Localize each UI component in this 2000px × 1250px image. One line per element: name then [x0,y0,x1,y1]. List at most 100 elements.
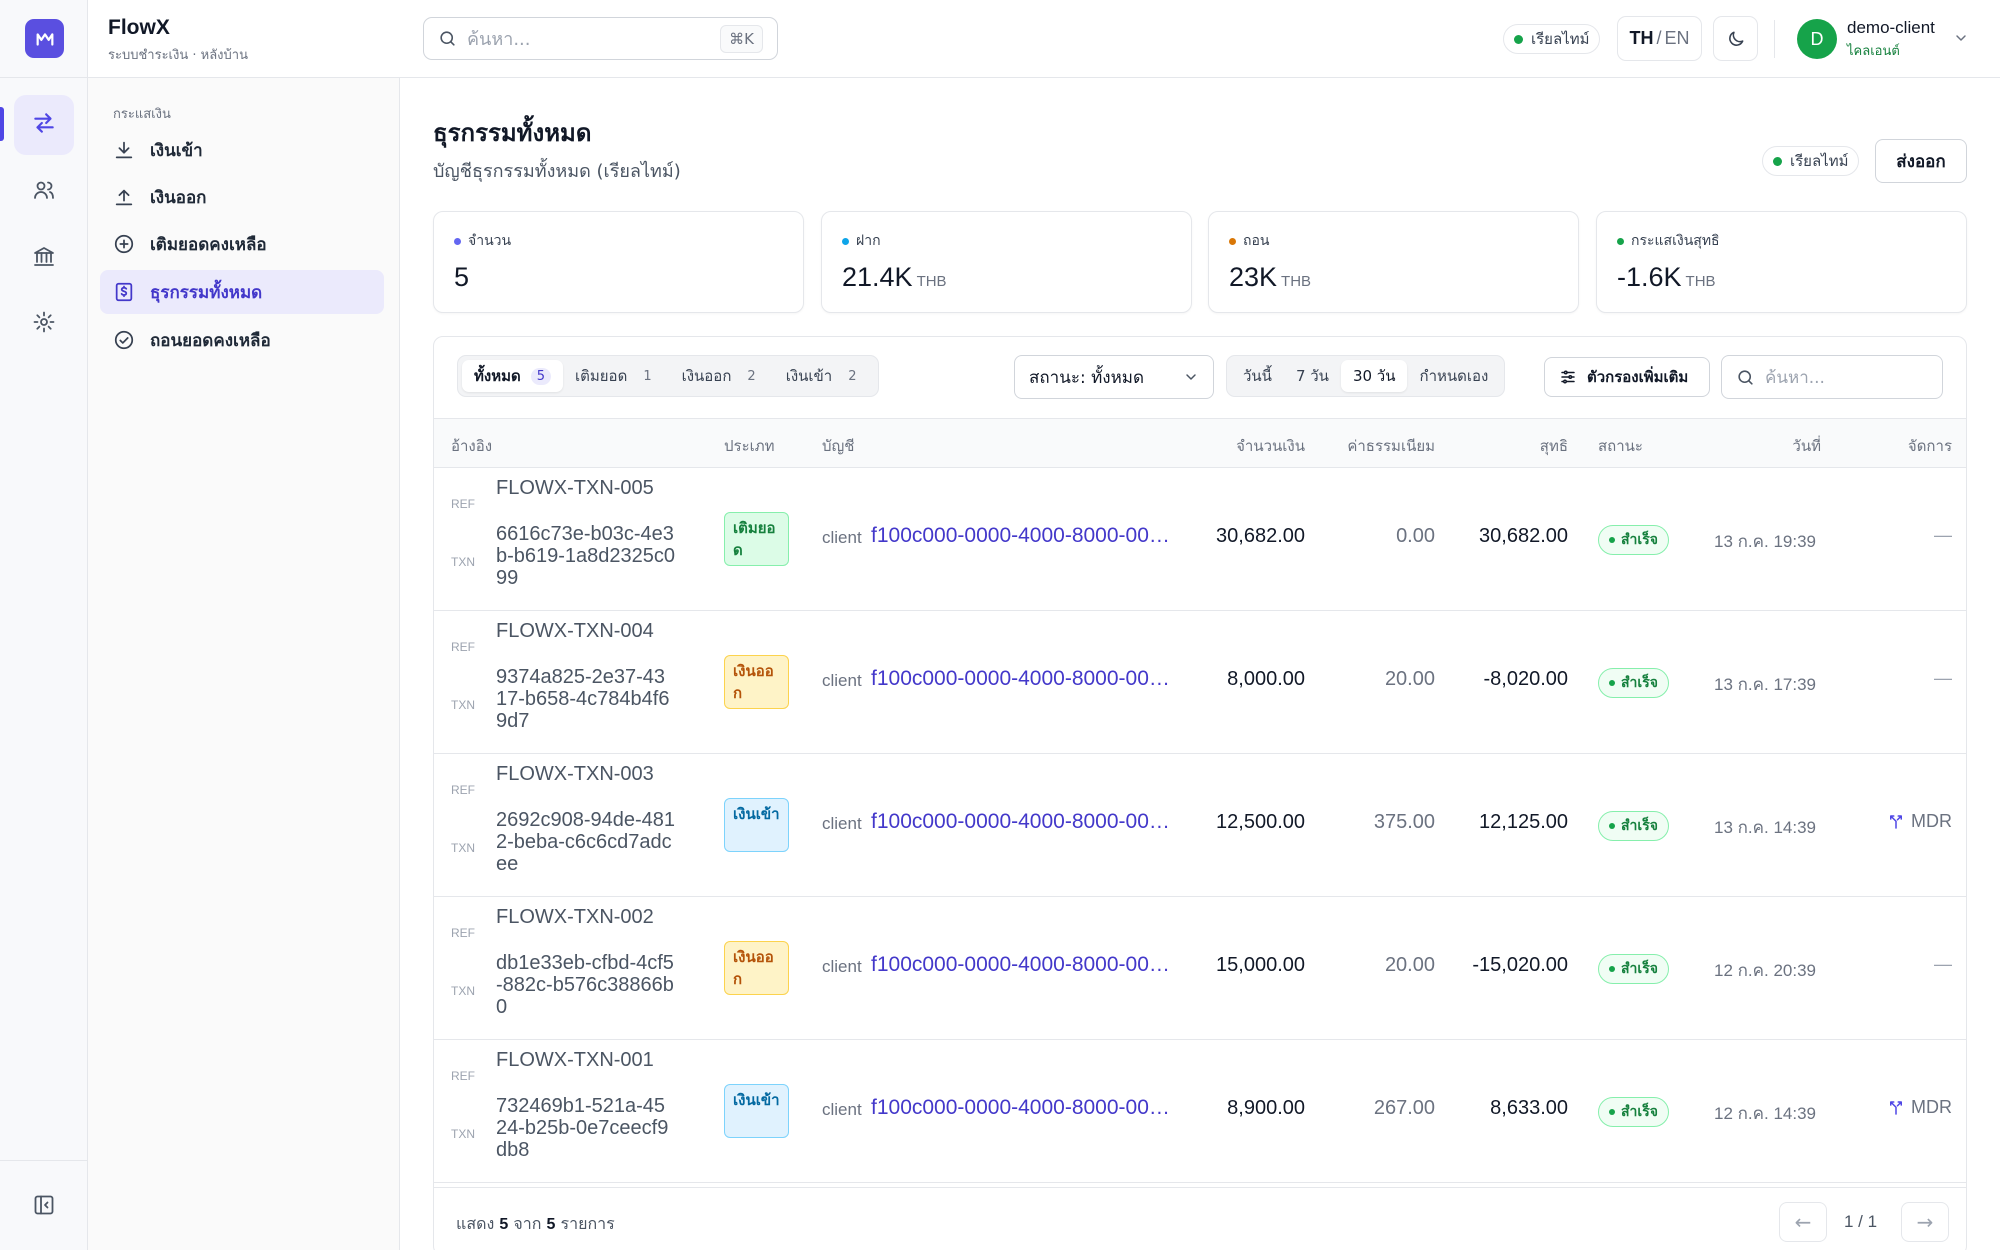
tab-label: ทั้งหมด [474,367,521,385]
tab-label: เติมยอด [575,367,628,385]
col-account[interactable]: บัญชี [822,434,854,458]
app-name: FlowX [108,16,170,39]
tab-count: 2 [848,368,857,384]
rail-transfers-button[interactable] [14,95,74,155]
avatar[interactable]: D [1797,19,1837,59]
sidebar-item-label: เงินออก [150,187,207,208]
transactions-card: ทั้งหมด 5 เติมยอด 1 เงินออก 2 เงินเข้า 2 สถา… [433,336,1967,1250]
stat-dot-icon [454,237,461,245]
search-placeholder: ค้นหา... [467,29,531,50]
prev-page-button[interactable]: ← [1779,1202,1827,1242]
tab-topup[interactable]: เติมยอด 1 [563,360,670,392]
table-row[interactable]: REF FLOWX-TXN-004 TXN 9374a825-2e37-4317-b6… [434,611,1966,754]
more-filters-button[interactable]: ตัวกรองเพิ่มเติม [1544,357,1710,397]
mdr-action-link[interactable]: MDR [1887,811,1952,832]
sidebar-item-withdrawals[interactable]: เงินออก [100,175,384,219]
reference-id: FLOWX-TXN-002 [496,906,654,928]
amount-cell: 8,900.00 [1227,1097,1305,1119]
stat-label: กระแสเงินสุทธิ [1631,233,1720,249]
stat-dot-icon [842,237,849,245]
page-subtitle: บัญชีธุรกรรมทั้งหมด (เรียลไทม์) [433,161,681,182]
chevron-down-icon[interactable] [1953,30,1969,50]
status-label: สำเร็จ [1621,818,1658,834]
date-cell: 12 ก.ค. 14:39 [1714,1104,1817,1123]
reference-id: FLOWX-TXN-004 [496,620,654,642]
col-ref[interactable]: อ้างอิง [451,434,492,458]
page-title: ธุรกรรมทั้งหมด [433,119,592,147]
table-footer: แสดง 5 จาก 5 รายการ ← 1 / 1 → [434,1187,1966,1250]
live-status-badge: เรียลไทม์ [1503,24,1601,54]
stat-unit: THB [1685,273,1716,290]
transaction-id: 9374a825-2e37-4317-b658-4c784b4f69d7 [496,666,670,732]
account-link[interactable]: f100c000-0000-4000-8000-000000000001 [871,810,1171,834]
ref-tag: REF [451,640,475,654]
sidebar-item-topup[interactable]: เติมยอดคงเหลือ [100,222,384,266]
col-fee[interactable]: ค่าธรรมเนียม [1347,434,1435,458]
language-toggle[interactable]: TH / EN [1617,16,1702,61]
txn-tag: TXN [451,698,475,712]
col-status[interactable]: สถานะ [1598,434,1643,458]
rail-users-button[interactable] [14,162,74,222]
col-type[interactable]: ประเภท [724,434,775,458]
next-page-button[interactable]: → [1901,1202,1949,1242]
table-row[interactable]: REF FLOWX-TXN-001 TXN 732469b1-521a-4524-b2… [434,1040,1966,1183]
chevron-down-icon [1183,369,1199,390]
reference-id: FLOWX-TXN-003 [496,763,654,785]
bank-icon [32,244,56,272]
range-custom[interactable]: กำหนดเอง [1407,360,1500,392]
date-cell: 13 ก.ค. 14:39 [1714,818,1817,837]
collapse-sidebar-button[interactable] [28,1191,60,1223]
user-name[interactable]: demo-client [1847,18,1935,38]
tab-deposit[interactable]: เงินเข้า 2 [774,360,875,392]
rail-bank-button[interactable] [14,228,74,288]
status-label: สำเร็จ [1621,532,1658,548]
date-cell: 12 ก.ค. 20:39 [1714,961,1817,980]
account-link[interactable]: f100c000-0000-4000-8000-000000000001 [871,524,1171,548]
col-amount[interactable]: จำนวนเงิน [1236,434,1305,458]
tab-all[interactable]: ทั้งหมด 5 [462,360,564,392]
type-badge: เงินออก [724,941,789,995]
account-link[interactable]: f100c000-0000-4000-8000-000000000001 [871,953,1171,977]
table-search-input[interactable]: ค้นหา... [1721,355,1943,399]
range-30-days[interactable]: 30 วัน [1340,360,1408,392]
tab-count: 1 [643,368,652,384]
split-icon [1887,1099,1905,1117]
ref-tag: REF [451,1069,475,1083]
sidebar-item-label: เติมยอดคงเหลือ [150,234,267,255]
col-date[interactable]: วันที่ [1792,434,1821,458]
account-prefix: client [822,1100,862,1119]
global-search-input[interactable]: ค้นหา... ⌘K [423,17,778,60]
account-link[interactable]: f100c000-0000-4000-8000-000000000001 [871,1096,1171,1120]
app-logo[interactable] [25,19,64,58]
sidebar-item-all-transactions[interactable]: ธุรกรรมทั้งหมด [100,270,384,314]
account-link[interactable]: f100c000-0000-4000-8000-000000000001 [871,667,1171,691]
status-filter-select[interactable]: สถานะ: ทั้งหมด [1014,355,1214,399]
type-badge: เงินออก [724,655,789,709]
lang-separator: / [1656,28,1662,48]
table-row[interactable]: REF FLOWX-TXN-005 TXN 6616c73e-b03c-4e3b-b6… [434,468,1966,611]
sidebar-item-deposits[interactable]: เงินเข้า [100,128,384,172]
col-net[interactable]: สุทธิ [1540,434,1568,458]
export-button[interactable]: ส่งออก [1875,139,1967,183]
mdr-action-link[interactable]: MDR [1887,1097,1952,1118]
range-today[interactable]: วันนี้ [1231,360,1284,392]
amount-cell: 8,000.00 [1227,668,1305,690]
theme-toggle-button[interactable] [1713,16,1758,61]
divider [0,77,88,78]
status-dot-icon [1609,823,1615,829]
search-icon [1736,368,1755,387]
summary-show: แสดง [456,1214,495,1233]
no-action: — [1934,525,1952,545]
more-filters-label: ตัวกรองเพิ่มเติม [1587,368,1689,386]
sidebar-item-withdraw-balance[interactable]: ถอนยอดคงเหลือ [100,318,384,362]
rail-settings-button[interactable] [14,294,74,354]
range-7-days[interactable]: 7 วัน [1284,360,1341,392]
table-row[interactable]: REF FLOWX-TXN-003 TXN 2692c908-94de-4812-be… [434,754,1966,897]
page-indicator: 1 / 1 [1844,1212,1878,1231]
table-row[interactable]: REF FLOWX-TXN-002 TXN db1e33eb-cfbd-4cf5-88… [434,897,1966,1040]
live-dot-icon [1514,34,1523,44]
transaction-id: db1e33eb-cfbd-4cf5-882c-b576c38866b0 [496,952,674,1018]
txn-tag: TXN [451,1127,475,1141]
status-dot-icon [1609,680,1615,686]
tab-withdraw[interactable]: เงินออก 2 [670,360,774,392]
